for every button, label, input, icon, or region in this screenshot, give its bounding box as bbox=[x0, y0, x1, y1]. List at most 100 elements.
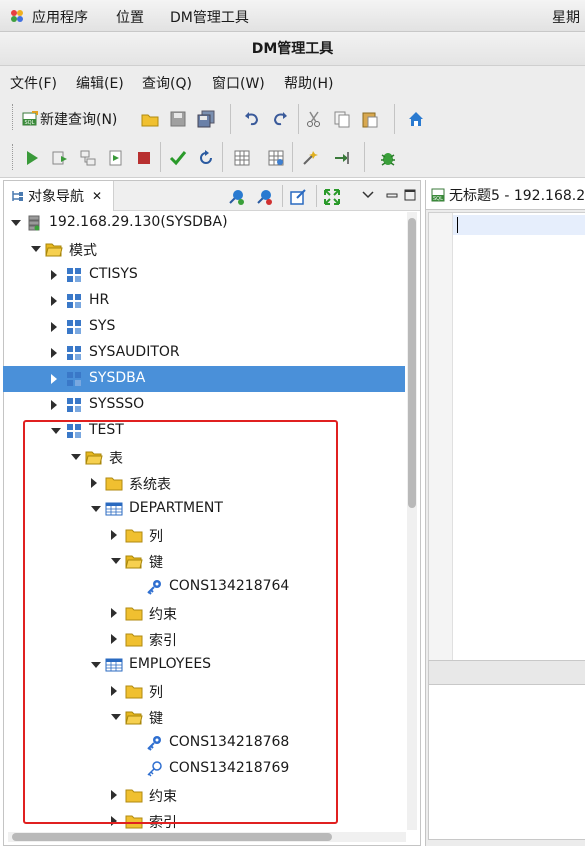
tab-object-navigator[interactable]: 对象导航 ✕ bbox=[4, 181, 114, 211]
open-button[interactable] bbox=[140, 109, 160, 129]
menu-file[interactable]: 文件(F) bbox=[10, 73, 57, 93]
menu-help[interactable]: 帮助(H) bbox=[284, 73, 333, 93]
places-menu[interactable]: 位置 bbox=[116, 7, 144, 27]
tree-item[interactable]: HR bbox=[3, 288, 405, 314]
expand-all-button[interactable] bbox=[322, 187, 342, 207]
expanded-arrow-icon[interactable] bbox=[31, 246, 41, 252]
collapsed-arrow-icon[interactable] bbox=[51, 400, 57, 410]
collapsed-arrow-icon[interactable] bbox=[111, 686, 117, 696]
tree-item[interactable]: TEST bbox=[3, 418, 405, 444]
cut-button[interactable] bbox=[304, 109, 324, 129]
expanded-arrow-icon[interactable] bbox=[51, 428, 61, 434]
tree-horizontal-scroll-thumb[interactable] bbox=[12, 833, 332, 841]
folder-open-icon bbox=[125, 708, 143, 726]
menu-query[interactable]: 查询(Q) bbox=[142, 73, 192, 93]
tree-horizontal-scrollbar[interactable] bbox=[8, 832, 406, 842]
expanded-arrow-icon[interactable] bbox=[91, 506, 101, 512]
execute-step-button[interactable] bbox=[50, 148, 70, 168]
tree-item[interactable]: 列 bbox=[3, 678, 405, 704]
tree-vertical-scrollbar[interactable] bbox=[407, 212, 417, 830]
tree-item[interactable]: 约束 bbox=[3, 782, 405, 808]
collapsed-arrow-icon[interactable] bbox=[91, 478, 97, 488]
collapsed-arrow-icon[interactable] bbox=[111, 790, 117, 800]
collapsed-arrow-icon[interactable] bbox=[111, 634, 117, 644]
home-button[interactable] bbox=[406, 109, 426, 129]
expanded-arrow-icon[interactable] bbox=[111, 558, 121, 564]
tree-item[interactable]: 表 bbox=[3, 444, 405, 470]
bug-icon bbox=[381, 153, 395, 166]
header-separator bbox=[316, 185, 317, 207]
collapsed-arrow-icon[interactable] bbox=[51, 374, 57, 384]
tree-item[interactable]: SYSSSO bbox=[3, 392, 405, 418]
applications-menu-icon[interactable] bbox=[9, 8, 25, 24]
tree-item[interactable]: EMPLOYEES bbox=[3, 652, 405, 678]
menu-window[interactable]: 窗口(W) bbox=[212, 73, 265, 93]
comment-button[interactable] bbox=[266, 148, 286, 168]
format-sql-button[interactable] bbox=[232, 148, 252, 168]
paste-button[interactable] bbox=[360, 109, 380, 129]
tree-item[interactable]: CTISYS bbox=[3, 262, 405, 288]
tree-item[interactable]: CONS134218769 bbox=[3, 756, 405, 782]
minimize-panel-button[interactable] bbox=[382, 185, 402, 205]
tree-item[interactable]: 索引 bbox=[3, 808, 405, 830]
collapsed-arrow-icon[interactable] bbox=[51, 296, 57, 306]
redo-button[interactable] bbox=[270, 109, 290, 129]
tree-item[interactable]: SYSAUDITOR bbox=[3, 340, 405, 366]
save-all-button[interactable] bbox=[196, 109, 216, 129]
expanded-arrow-icon[interactable] bbox=[71, 454, 81, 460]
collapsed-arrow-icon[interactable] bbox=[51, 348, 57, 358]
undo-button[interactable] bbox=[242, 109, 262, 129]
execute-plan-button[interactable] bbox=[78, 148, 98, 168]
connect-button[interactable] bbox=[226, 187, 246, 207]
rollback-button[interactable] bbox=[196, 148, 216, 168]
applications-menu[interactable]: 应用程序 bbox=[32, 7, 88, 27]
debug-config-button[interactable] bbox=[300, 148, 320, 168]
maximize-panel-button[interactable] bbox=[400, 185, 420, 205]
tree-item[interactable]: 列 bbox=[3, 522, 405, 548]
toolbar-separator bbox=[160, 142, 161, 172]
tree-item[interactable]: 系统表 bbox=[3, 470, 405, 496]
tree-item[interactable]: DEPARTMENT bbox=[3, 496, 405, 522]
expanded-arrow-icon[interactable] bbox=[91, 662, 101, 668]
execute-button[interactable] bbox=[22, 148, 42, 168]
tree-item[interactable]: SYSDBA bbox=[3, 366, 405, 392]
tree-item[interactable]: CONS134218768 bbox=[3, 730, 405, 756]
tree-vertical-scroll-thumb[interactable] bbox=[408, 218, 416, 508]
tree-item[interactable]: 索引 bbox=[3, 626, 405, 652]
copy-button[interactable] bbox=[332, 109, 352, 129]
stop-button[interactable] bbox=[134, 148, 154, 168]
collapsed-arrow-icon[interactable] bbox=[111, 816, 117, 826]
tab-sql-editor[interactable]: SQL 无标题5 - 192.168.29.130 bbox=[426, 180, 585, 210]
new-object-button[interactable] bbox=[288, 187, 308, 207]
collapsed-arrow-icon[interactable] bbox=[51, 322, 57, 332]
tree-item-label: 约束 bbox=[149, 607, 177, 623]
tree-item[interactable]: 键 bbox=[3, 704, 405, 730]
folder-icon bbox=[125, 682, 143, 700]
collapsed-arrow-icon[interactable] bbox=[111, 530, 117, 540]
tree-item[interactable]: 192.168.29.130(SYSDBA) bbox=[3, 210, 405, 236]
tree-item[interactable]: 键 bbox=[3, 548, 405, 574]
debug-button[interactable] bbox=[378, 148, 398, 168]
new-query-button[interactable]: SQL 新建查询(N) bbox=[22, 108, 117, 130]
expanded-arrow-icon[interactable] bbox=[111, 714, 121, 720]
active-app-menu[interactable]: DM管理工具 bbox=[170, 7, 249, 27]
toolbar-grip[interactable] bbox=[12, 104, 14, 130]
disconnect-button[interactable] bbox=[254, 187, 274, 207]
step-over-button[interactable] bbox=[332, 148, 352, 168]
commit-button[interactable] bbox=[168, 148, 188, 168]
collapsed-arrow-icon[interactable] bbox=[51, 270, 57, 280]
menu-edit[interactable]: 编辑(E) bbox=[76, 73, 124, 93]
collapsed-arrow-icon[interactable] bbox=[111, 608, 117, 618]
save-button[interactable] bbox=[168, 109, 188, 129]
execute-script-button[interactable] bbox=[106, 148, 126, 168]
close-tab-icon[interactable]: ✕ bbox=[92, 189, 102, 203]
view-menu-button[interactable] bbox=[358, 185, 378, 205]
tree-item[interactable]: SYS bbox=[3, 314, 405, 340]
tree-item[interactable]: 模式 bbox=[3, 236, 405, 262]
clock[interactable]: 星期 bbox=[552, 7, 580, 27]
tree-item[interactable]: 约束 bbox=[3, 600, 405, 626]
tree-item[interactable]: CONS134218764 bbox=[3, 574, 405, 600]
expanded-arrow-icon[interactable] bbox=[11, 220, 21, 226]
toolbar-grip[interactable] bbox=[12, 144, 14, 170]
expand-arrows-icon bbox=[324, 189, 340, 205]
